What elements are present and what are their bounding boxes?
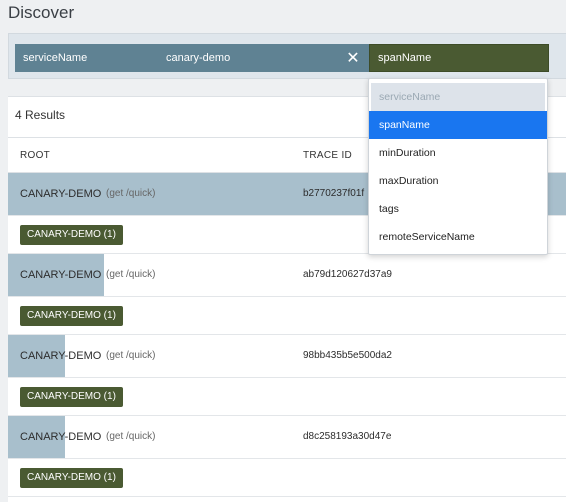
dropdown-item-remote-service-name[interactable]: remoteServiceName: [369, 223, 547, 251]
dropdown-item-max-duration[interactable]: maxDuration: [369, 167, 547, 195]
trace-service-badges: CANARY-DEMO (1): [8, 297, 566, 335]
trace-service-name: CANARY-DEMO: [20, 269, 102, 281]
trace-span-path: (get /quick): [106, 269, 156, 280]
trace-service-name: CANARY-DEMO: [20, 431, 102, 443]
trace-id: b2770237f01f: [303, 188, 365, 199]
service-badge[interactable]: CANARY-DEMO (1): [20, 468, 123, 488]
trace-id: d8c258193a30d47e: [303, 431, 392, 442]
column-header-trace-id[interactable]: TRACE ID: [303, 150, 352, 161]
trace-service-name: CANARY-DEMO: [20, 350, 102, 362]
trace-service-name: CANARY-DEMO: [20, 188, 102, 200]
service-name-chip[interactable]: serviceName canary-demo ✕: [15, 44, 370, 72]
trace-span-path: (get /quick): [106, 350, 156, 361]
service-badge[interactable]: CANARY-DEMO (1): [20, 225, 123, 245]
trace-row[interactable]: CANARY-DEMO (get /quick) 98bb435b5e500da…: [8, 335, 566, 378]
dropdown-item-tags[interactable]: tags: [369, 195, 547, 223]
service-name-chip-value: canary-demo: [166, 52, 231, 64]
close-icon[interactable]: ✕: [345, 50, 361, 67]
criteria-dropdown: serviceName spanName minDuration maxDura…: [368, 78, 548, 255]
span-name-chip[interactable]: spanName: [369, 44, 549, 72]
service-name-chip-key: serviceName: [23, 52, 88, 64]
dropdown-item-span-name[interactable]: spanName: [369, 111, 547, 139]
dropdown-item-min-duration[interactable]: minDuration: [369, 139, 547, 167]
trace-row[interactable]: CANARY-DEMO (get /quick) d8c258193a30d47…: [8, 416, 566, 459]
trace-service-badges: CANARY-DEMO (1): [8, 459, 566, 497]
trace-row[interactable]: CANARY-DEMO (get /quick) ab79d120627d37a…: [8, 254, 566, 297]
results-count: 4 Results: [15, 108, 66, 122]
trace-id: 98bb435b5e500da2: [303, 350, 392, 361]
column-header-root[interactable]: ROOT: [20, 150, 50, 161]
service-badge[interactable]: CANARY-DEMO (1): [20, 306, 123, 326]
page-title: Discover: [8, 3, 75, 22]
trace-service-badges: CANARY-DEMO (1): [8, 378, 566, 416]
search-bar: serviceName canary-demo ✕ spanName: [8, 33, 566, 79]
trace-id: ab79d120627d37a9: [303, 269, 392, 280]
dropdown-item-service-name: serviceName: [371, 83, 545, 111]
trace-span-path: (get /quick): [106, 431, 156, 442]
trace-span-path: (get /quick): [106, 188, 156, 199]
span-name-chip-key: spanName: [378, 52, 432, 64]
service-badge[interactable]: CANARY-DEMO (1): [20, 387, 123, 407]
